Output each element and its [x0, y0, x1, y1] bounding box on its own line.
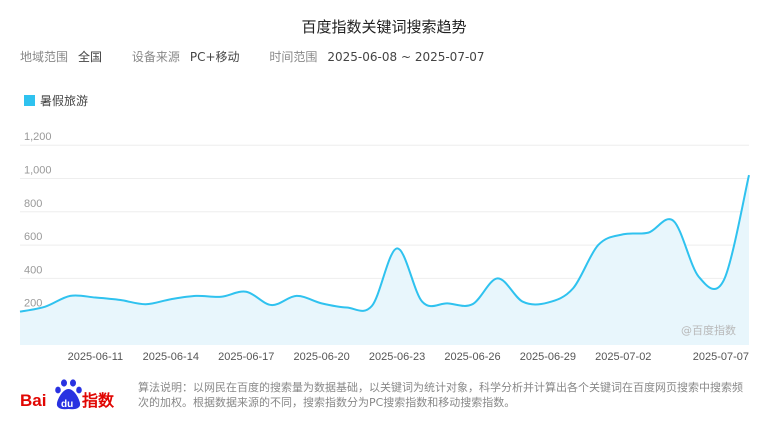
x-tick-label: 2025-06-29	[520, 351, 576, 363]
logo-du: du	[61, 399, 73, 410]
y-tick-label: 800	[24, 198, 42, 210]
baidu-index-logo: Bai du 指数	[20, 379, 115, 410]
watermark: @百度指数	[681, 324, 736, 337]
series-area-fill	[20, 175, 749, 345]
logo-index: 指数	[82, 391, 115, 410]
x-axis-ticks: 2025-06-11 2025-06-14 2025-06-17 2025-06-20…	[68, 351, 749, 363]
y-tick-label: 1,200	[24, 131, 52, 143]
x-tick-label: 2025-06-17	[218, 351, 274, 363]
algorithm-note: 算法说明：以网民在百度的搜索量为数据基础，以关键词为统计对象，科学分析并计算出各…	[138, 381, 743, 409]
x-tick-label: 2025-07-02	[595, 351, 651, 363]
x-tick-label: 2025-06-11	[68, 351, 123, 363]
logo-bai: Bai	[20, 391, 46, 410]
x-tick-label: 2025-06-20	[294, 351, 350, 363]
x-tick-label: 2025-06-23	[369, 351, 425, 363]
y-tick-label: 600	[24, 231, 42, 243]
y-tick-label: 400	[24, 264, 42, 276]
y-tick-label: 1,000	[24, 165, 52, 177]
x-tick-label: 2025-06-26	[444, 351, 500, 363]
x-tick-label: 2025-06-14	[143, 351, 199, 363]
x-tick-label: 2025-07-07	[693, 351, 749, 363]
trend-chart: 2004006008001,0001,200 2025-06-11 2025-06…	[19, 131, 750, 363]
area-layer	[19, 174, 750, 345]
y-axis-ticks: 2004006008001,0001,200	[24, 131, 52, 310]
